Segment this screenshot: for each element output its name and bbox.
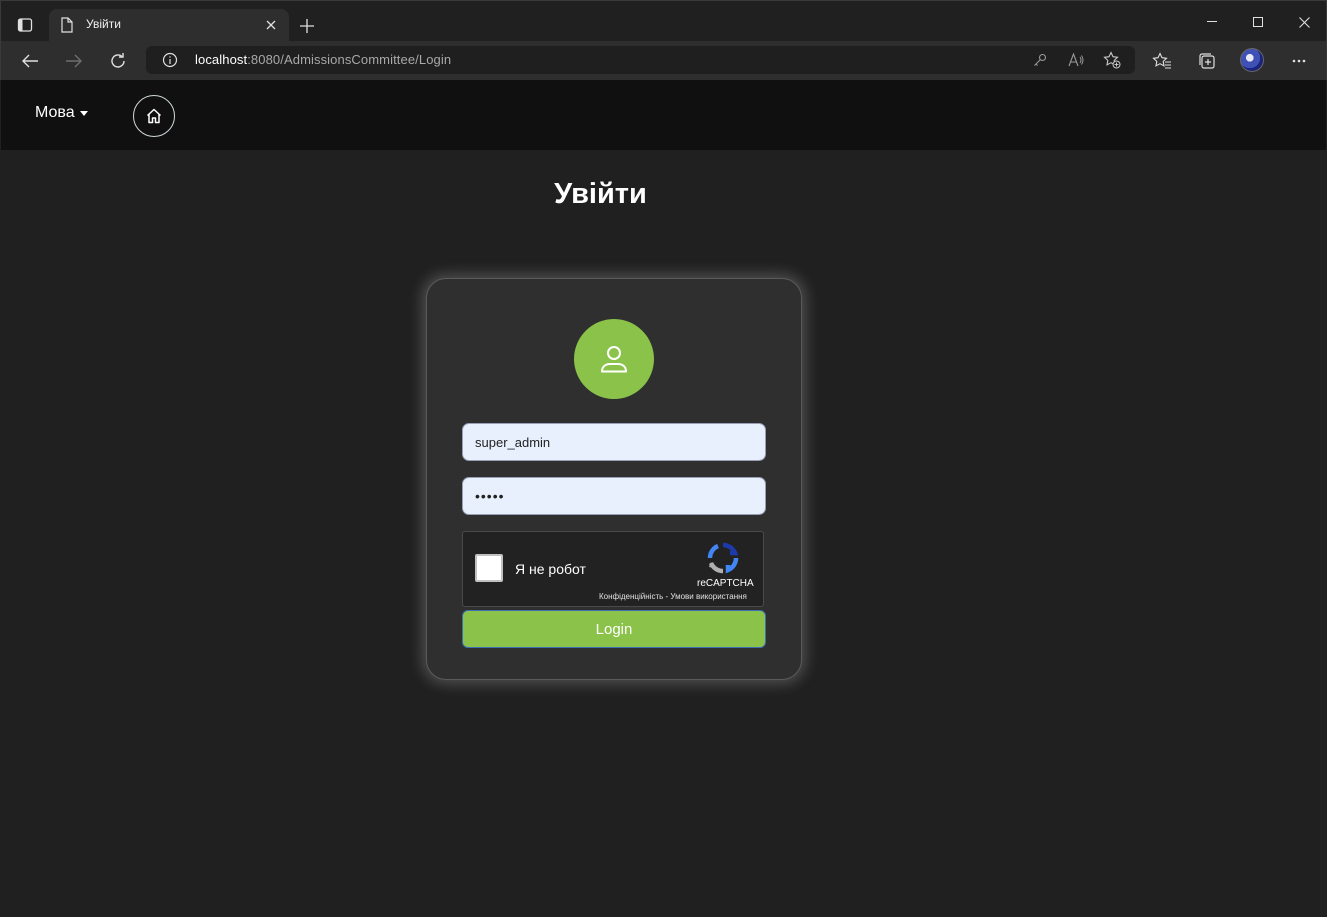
page-icon — [60, 17, 74, 37]
language-dropdown[interactable]: Мова — [35, 104, 88, 122]
language-dropdown-label: Мова — [35, 104, 75, 121]
user-icon — [601, 346, 627, 373]
username-input[interactable]: super_admin — [462, 423, 766, 461]
minimize-icon[interactable] — [1189, 9, 1235, 35]
address-path: :8080/AdmissionsCommittee/Login — [247, 52, 452, 67]
recaptcha-checkbox[interactable] — [475, 554, 503, 582]
recaptcha-logo-icon — [707, 542, 739, 574]
home-icon — [146, 108, 162, 124]
user-avatar-circle — [574, 319, 654, 399]
page-title: Увійти — [554, 178, 647, 210]
address-bar[interactable]: localhost:8080/AdmissionsCommittee/Login — [146, 46, 1135, 74]
site-info-icon[interactable] — [162, 52, 178, 72]
site-navbar: Мова — [1, 80, 1326, 150]
tab-title: Увійти — [86, 17, 121, 31]
key-icon[interactable] — [1031, 51, 1049, 69]
read-aloud-icon[interactable] — [1067, 51, 1085, 69]
new-tab-icon[interactable] — [293, 12, 321, 40]
tab-actions-icon[interactable] — [11, 11, 39, 39]
favorites-icon[interactable] — [1147, 46, 1177, 76]
password-input[interactable]: ••••• — [462, 477, 766, 515]
home-button[interactable] — [133, 95, 175, 137]
recaptcha-privacy-terms-links[interactable]: Конфіденційність - Умови використання — [599, 592, 747, 601]
close-tab-icon[interactable] — [261, 15, 281, 35]
back-icon[interactable] — [14, 45, 46, 77]
more-options-icon[interactable] — [1284, 46, 1314, 76]
collections-icon[interactable] — [1192, 46, 1222, 76]
login-card: super_admin ••••• Я не робот reCAPTCHA К… — [426, 278, 802, 680]
profile-avatar[interactable] — [1240, 48, 1264, 72]
recaptcha-widget: Я не робот reCAPTCHA Конфіденційність - … — [462, 531, 764, 607]
add-favorite-icon[interactable] — [1103, 51, 1121, 69]
browser-toolbar: localhost:8080/AdmissionsCommittee/Login — [0, 41, 1327, 80]
login-button[interactable]: Login — [462, 610, 766, 648]
recaptcha-label: Я не робот — [515, 561, 586, 577]
caret-down-icon — [79, 111, 88, 116]
browser-tab-active[interactable]: Увійти — [49, 9, 289, 42]
recaptcha-brand: reCAPTCHA — [697, 578, 754, 589]
forward-icon[interactable] — [58, 45, 90, 77]
refresh-icon[interactable] — [102, 45, 134, 77]
close-window-icon[interactable] — [1281, 9, 1327, 35]
browser-tab-bar: Увійти — [0, 0, 1327, 42]
address-host: localhost — [195, 52, 248, 67]
maximize-icon[interactable] — [1235, 9, 1281, 35]
address-url[interactable]: localhost:8080/AdmissionsCommittee/Login — [195, 52, 451, 67]
